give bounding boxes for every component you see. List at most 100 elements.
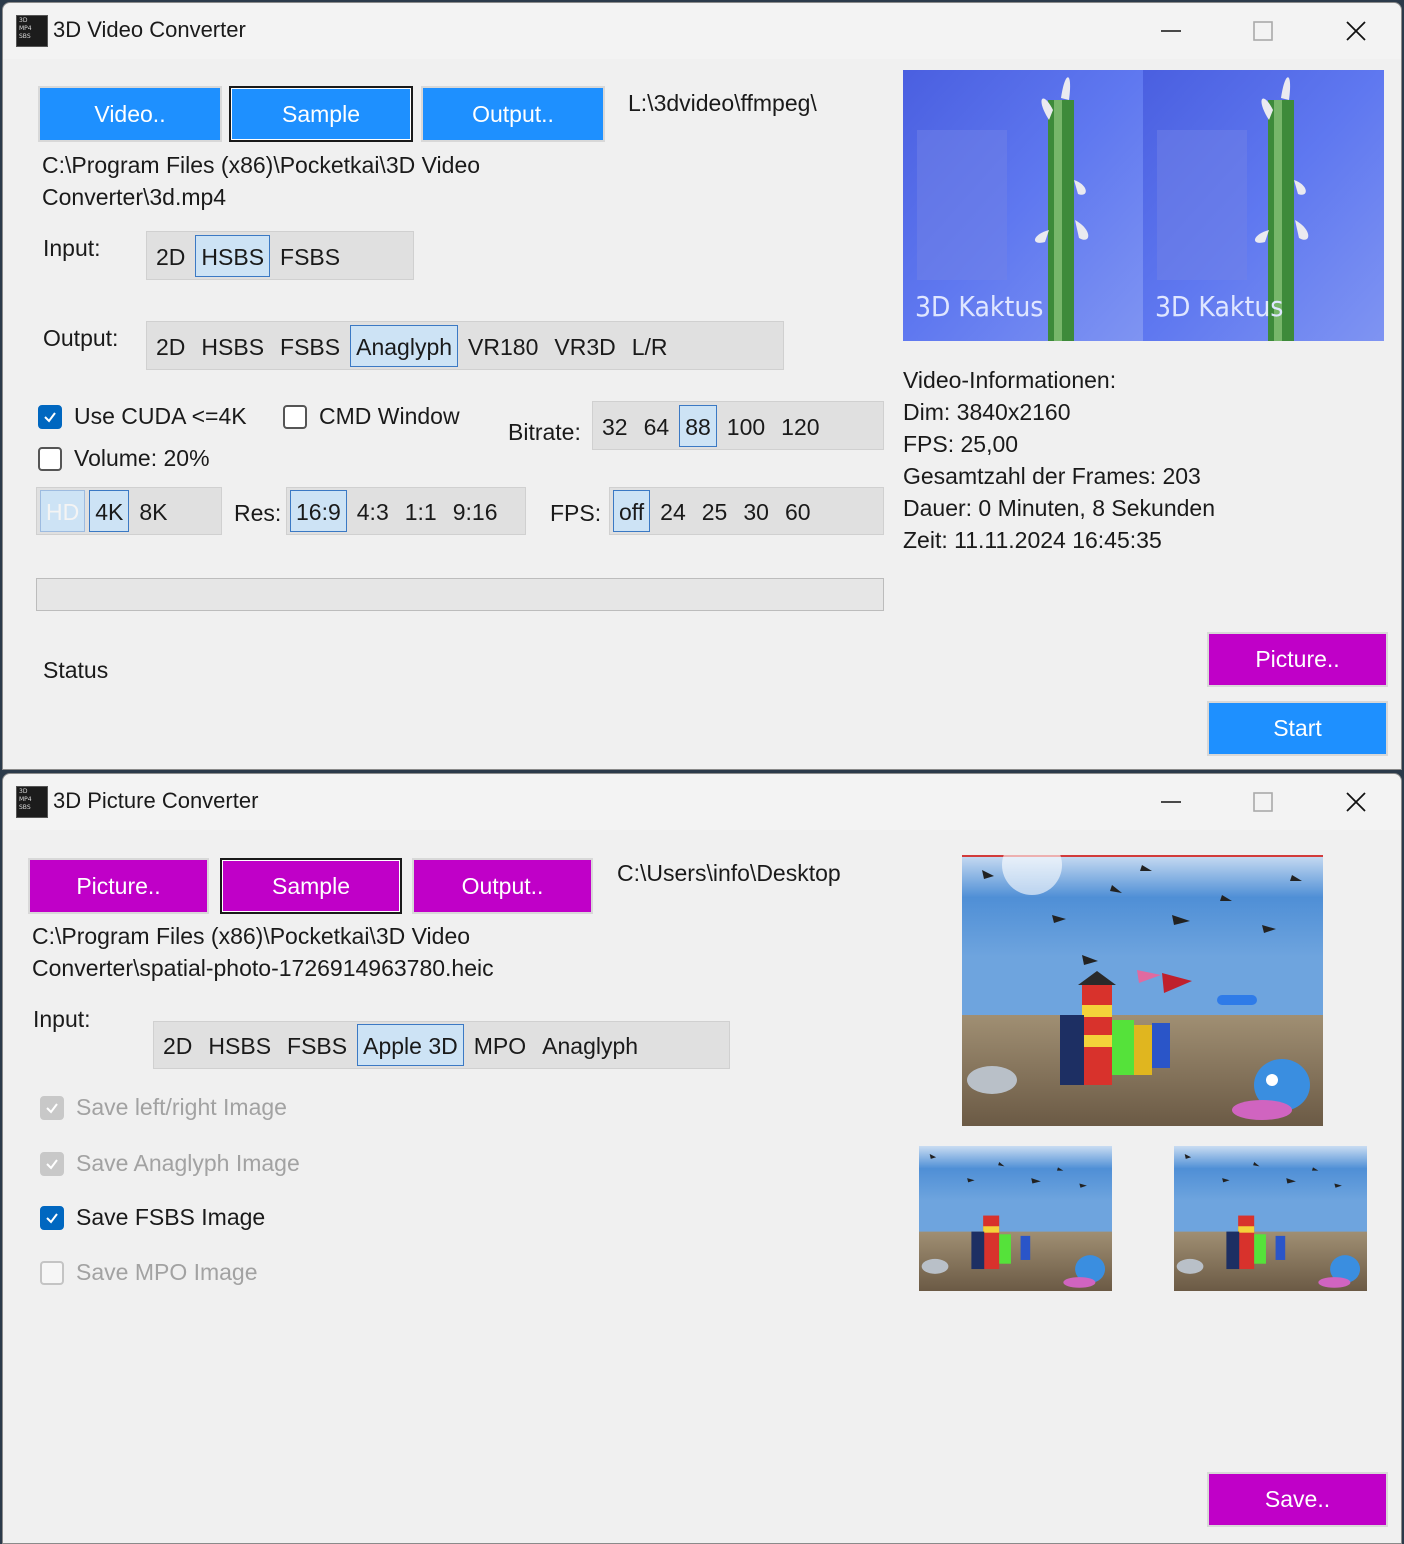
preview-caption: 3D Kaktus [915, 290, 1043, 323]
window-title: 3D Picture Converter [53, 788, 259, 813]
conversion-progress-bar [36, 578, 884, 611]
sample-button[interactable]: Sample [220, 858, 402, 914]
output-option-anaglyph[interactable]: Anaglyph [350, 324, 459, 367]
close-icon [1346, 21, 1366, 41]
input-option-2d[interactable]: 2D [150, 235, 191, 277]
res-label: Res: [234, 500, 282, 526]
checkbox-checked-icon [40, 1205, 64, 1230]
output-button[interactable]: Output.. [412, 858, 593, 914]
minimize-button[interactable] [1148, 11, 1194, 51]
input-option-hsbs[interactable]: HSBS [195, 234, 271, 277]
close-button[interactable] [1333, 782, 1379, 822]
input-label: Input: [33, 1006, 91, 1032]
bitrate-option[interactable]: 32 [596, 405, 634, 447]
output-option-hsbs[interactable]: HSBS [195, 325, 270, 367]
picture-button[interactable]: Picture.. [1207, 632, 1388, 687]
fps-option[interactable]: 60 [779, 490, 817, 532]
cmd-window-label: CMD Window [319, 403, 460, 429]
output-option-fsbs[interactable]: FSBS [274, 325, 346, 367]
res-option[interactable]: 1:1 [399, 490, 443, 532]
preview-caption: 3D Kaktus [1155, 290, 1283, 323]
sample-button[interactable]: Sample [229, 86, 413, 142]
output-option-vr3d[interactable]: VR3D [548, 325, 621, 367]
fps-option[interactable]: off [613, 490, 651, 532]
fps-option[interactable]: 25 [696, 490, 734, 532]
app-icon-text: MP4 [19, 796, 32, 803]
checkbox-unchecked-icon [38, 446, 62, 471]
video-info-time: Zeit: 11.11.2024 16:45:35 [903, 527, 1162, 553]
video-info-frames: Gesamtzahl der Frames: 203 [903, 463, 1201, 489]
checkbox-checked-icon [38, 404, 62, 429]
input-option-2d[interactable]: 2D [157, 1024, 198, 1066]
bitrate-option[interactable]: 88 [679, 404, 717, 447]
res-option[interactable]: 4:3 [351, 490, 395, 532]
volume-checkbox[interactable]: Volume: 20% [38, 445, 210, 472]
output-button[interactable]: Output.. [421, 86, 605, 142]
picture-preview-image [962, 855, 1323, 1126]
quality-option-4k[interactable]: 4K [89, 490, 130, 532]
fps-label: FPS: [550, 500, 602, 526]
maximize-button[interactable] [1240, 11, 1286, 51]
output-format-selector: 2D HSBS FSBS Anaglyph VR180 VR3D L/R [146, 321, 784, 370]
save-fsbs-checkbox[interactable]: Save FSBS Image [40, 1204, 265, 1231]
quality-option-hd[interactable]: HD [40, 490, 86, 532]
use-cuda-checkbox[interactable]: Use CUDA <=4K [38, 403, 247, 430]
output-option-lr[interactable]: L/R [626, 325, 674, 367]
cmd-window-checkbox[interactable]: CMD Window [283, 403, 460, 430]
start-button[interactable]: Start [1207, 701, 1388, 756]
title-bar[interactable]: 3D MP4 SBS 3D Video Converter [3, 3, 1401, 59]
save-button[interactable]: Save.. [1207, 1472, 1388, 1527]
input-option-mpo[interactable]: MPO [468, 1024, 532, 1066]
save-mpo-checkbox[interactable]: Save MPO Image [40, 1259, 258, 1286]
fps-selector: off 24 25 30 60 [609, 487, 884, 535]
app-icon-text: 3D [19, 17, 28, 24]
close-icon [1346, 792, 1366, 812]
bitrate-label: Bitrate: [508, 419, 581, 445]
video-info-duration: Dauer: 0 Minuten, 8 Sekunden [903, 495, 1215, 521]
res-option[interactable]: 9:16 [447, 490, 504, 532]
picture-button[interactable]: Picture.. [28, 858, 209, 914]
minimize-icon [1161, 801, 1181, 803]
output-path: L:\3dvideo\ffmpeg\ [628, 90, 817, 116]
checkbox-unchecked-icon [40, 1260, 64, 1285]
input-option-anaglyph[interactable]: Anaglyph [536, 1024, 644, 1066]
output-label: Output: [43, 325, 119, 351]
picture-converter-window: 3D MP4 SBS 3D Picture Converter Picture.… [2, 773, 1402, 1544]
fps-option[interactable]: 24 [654, 490, 692, 532]
save-anaglyph-checkbox[interactable]: Save Anaglyph Image [40, 1150, 300, 1177]
minimize-icon [1161, 30, 1181, 32]
save-mpo-label: Save MPO Image [76, 1259, 258, 1285]
quality-option-8k[interactable]: 8K [133, 490, 173, 532]
checkbox-checked-icon [40, 1151, 64, 1176]
res-option[interactable]: 16:9 [290, 490, 347, 532]
video-button[interactable]: Video.. [38, 86, 222, 142]
title-bar[interactable]: 3D MP4 SBS 3D Picture Converter [3, 774, 1401, 830]
minimize-button[interactable] [1148, 782, 1194, 822]
fps-option[interactable]: 30 [737, 490, 775, 532]
input-option-apple-3d[interactable]: Apple 3D [357, 1024, 464, 1066]
bitrate-option[interactable]: 100 [721, 405, 771, 447]
input-label: Input: [43, 235, 101, 261]
input-option-fsbs[interactable]: FSBS [274, 235, 346, 277]
save-anaglyph-label: Save Anaglyph Image [76, 1150, 300, 1176]
use-cuda-label: Use CUDA <=4K [74, 403, 247, 429]
input-file-path: Converter\spatial-photo-1726914963780.he… [32, 955, 494, 981]
video-info-fps: FPS: 25,00 [903, 431, 1019, 457]
close-button[interactable] [1333, 11, 1379, 51]
input-file-path: Converter\3d.mp4 [42, 184, 227, 210]
maximize-button[interactable] [1240, 782, 1286, 822]
bitrate-option[interactable]: 120 [775, 405, 825, 447]
app-icon-text: SBS [19, 804, 31, 811]
maximize-icon [1253, 21, 1273, 41]
bitrate-option[interactable]: 64 [638, 405, 676, 447]
output-option-vr180[interactable]: VR180 [462, 325, 544, 367]
input-option-fsbs[interactable]: FSBS [281, 1024, 353, 1066]
input-option-hsbs[interactable]: HSBS [202, 1024, 277, 1066]
app-icon-text: SBS [19, 33, 31, 40]
input-file-path: C:\Program Files (x86)\Pocketkai\3D Vide… [32, 923, 471, 949]
output-option-2d[interactable]: 2D [150, 325, 191, 367]
save-left-right-checkbox[interactable]: Save left/right Image [40, 1094, 287, 1121]
status-text: Status [43, 657, 109, 683]
input-file-path: C:\Program Files (x86)\Pocketkai\3D Vide… [42, 152, 481, 178]
app-icon: 3D MP4 SBS [16, 15, 48, 47]
